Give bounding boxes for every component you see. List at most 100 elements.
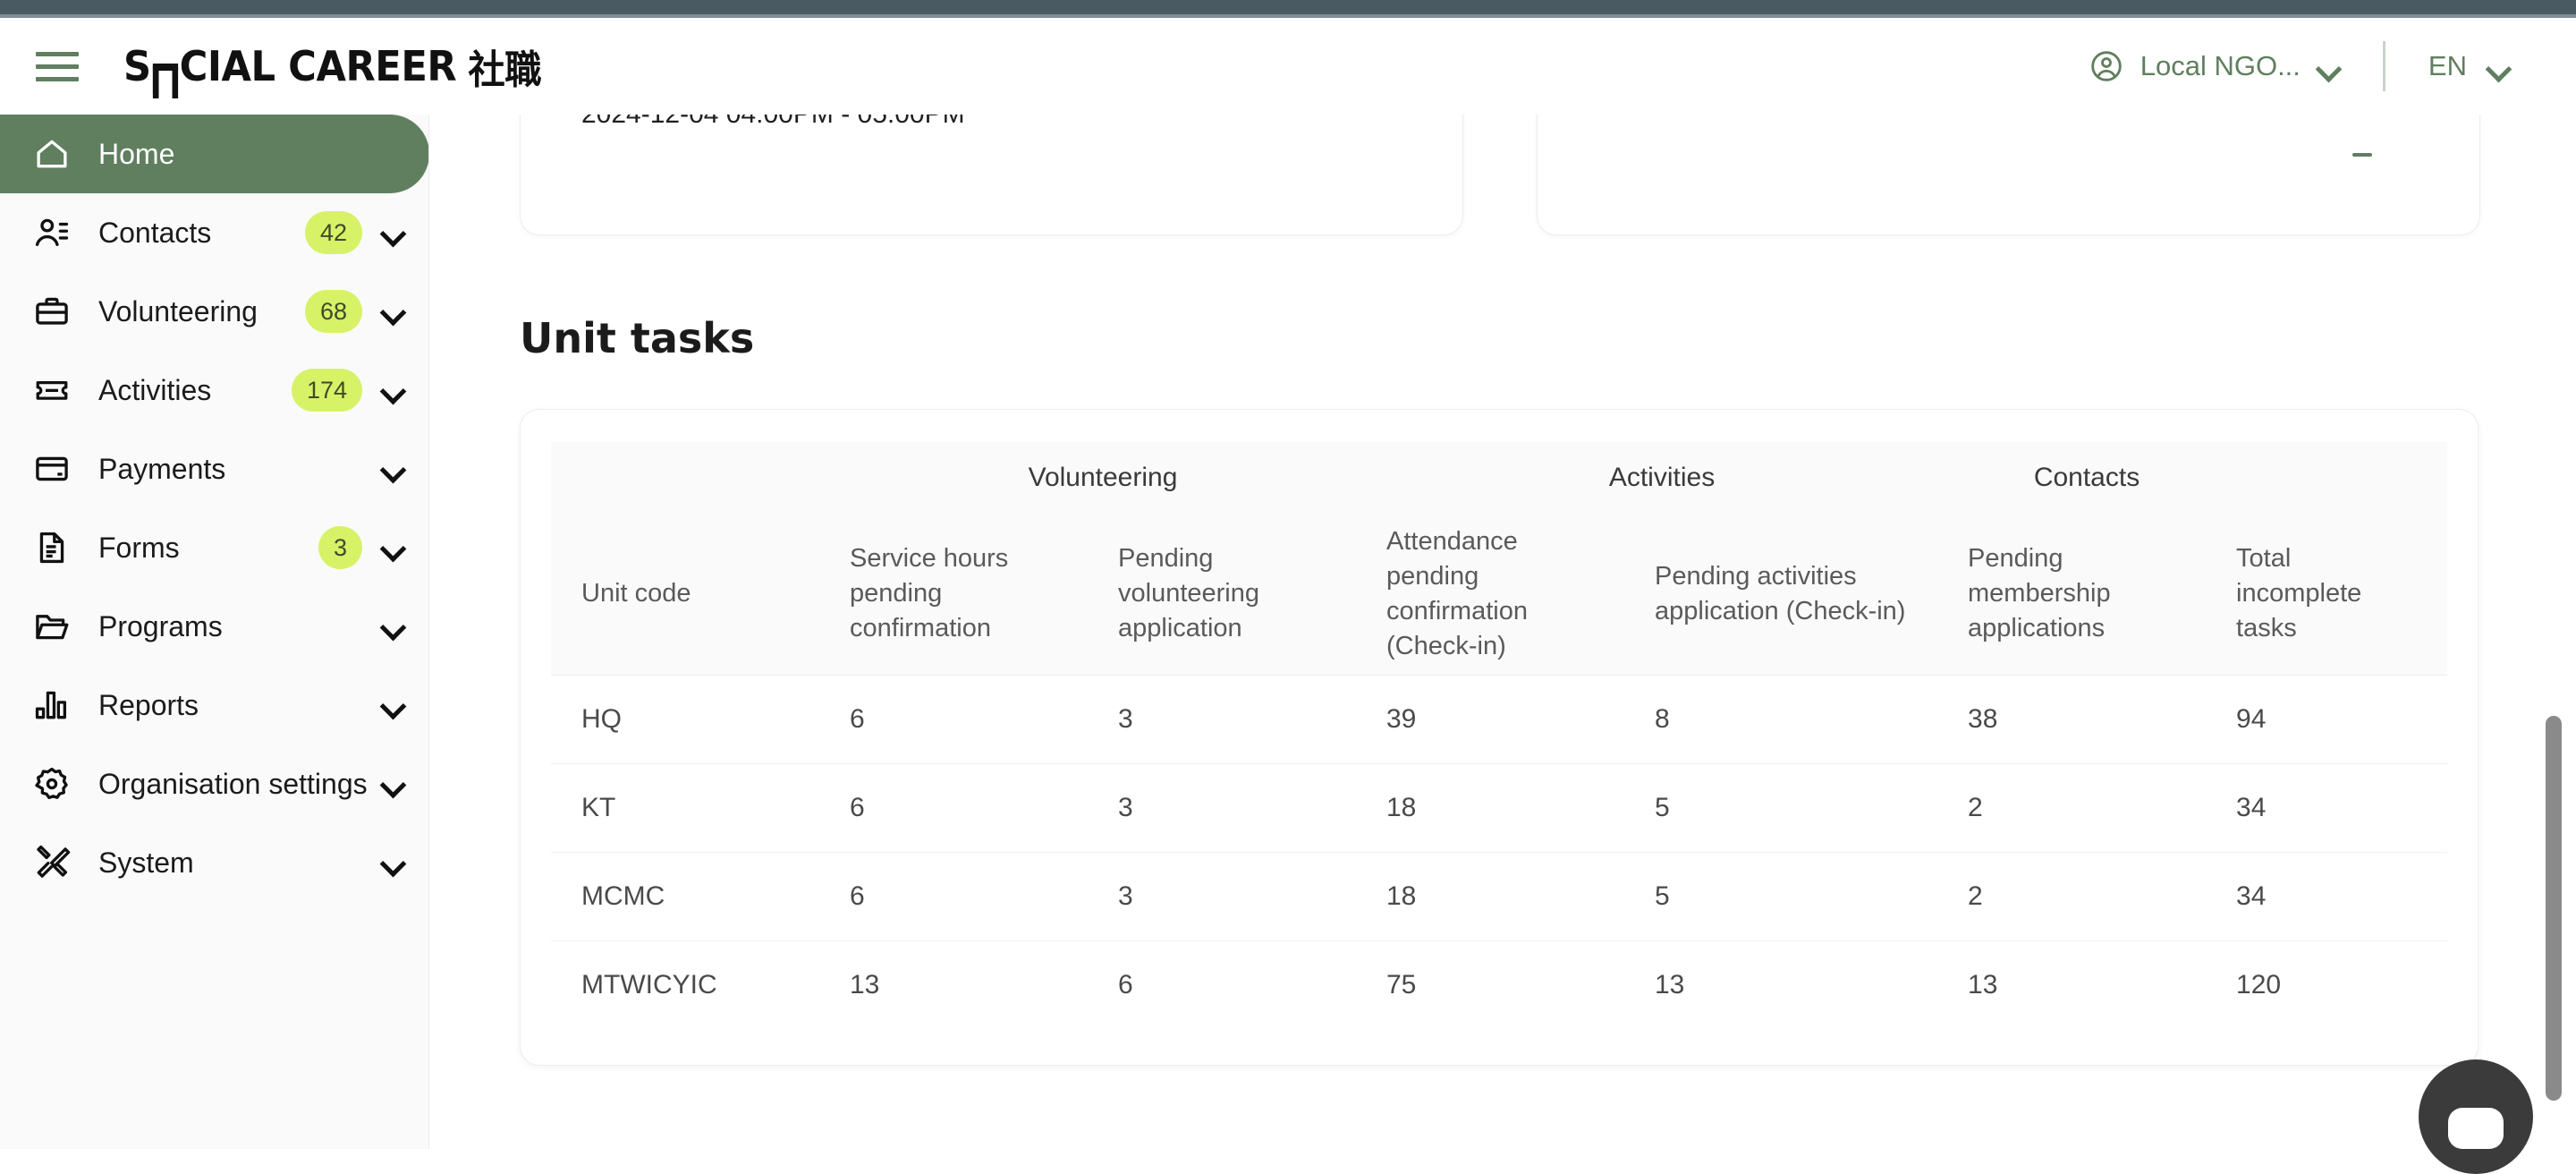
page-scrollbar-thumb[interactable] (2546, 716, 2562, 1101)
page-scrollbar-track[interactable] (2537, 0, 2562, 1149)
sidebar-item-programs[interactable]: Programs (0, 587, 428, 666)
chevron-down-icon[interactable] (382, 382, 405, 398)
cell-pending-activities: 5 (1624, 763, 1937, 852)
table-row[interactable]: MCMC 6 3 18 5 2 34 (551, 852, 2447, 940)
sidebar-item-organisation-settings[interactable]: Organisation settings (0, 744, 428, 823)
brand-text-cjk: 社職 (468, 38, 541, 95)
cell-pending-membership: 2 (1937, 852, 2206, 940)
sidebar-item-home[interactable]: Home (0, 115, 429, 193)
unit-tasks-card: Volunteering Activities Contacts Unit co… (520, 409, 2479, 1066)
cell-unit-code: MTWICYIC (551, 940, 819, 1029)
app-logo[interactable]: SCIAL CAREER 社職 (123, 38, 541, 95)
hamburger-menu-icon[interactable] (36, 48, 79, 84)
chevron-down-icon (2317, 60, 2340, 73)
sidebar-item-reports[interactable]: Reports (0, 666, 428, 744)
cell-pending-volunteering: 6 (1088, 940, 1356, 1029)
hamburger-line (36, 77, 79, 81)
table-body: HQ 6 3 39 8 38 94 KT 6 3 18 5 2 34 (551, 675, 2447, 1029)
column-header-service-hours-pending[interactable]: Service hours pending confirmation (819, 514, 1088, 675)
cell-attendance-pending: 18 (1356, 852, 1624, 940)
table-column-header-row: Unit code Service hours pending confirma… (551, 514, 2447, 675)
column-header-pending-membership[interactable]: Pending membership applications (1937, 514, 2206, 675)
column-header-pending-activities[interactable]: Pending activities application (Check-in… (1624, 514, 1937, 675)
chevron-down-icon[interactable] (382, 618, 405, 634)
sidebar-item-label: Payments (98, 453, 225, 486)
table-row[interactable]: MTWICYIC 13 6 75 13 13 120 (551, 940, 2447, 1029)
chevron-down-icon[interactable] (382, 225, 405, 241)
tools-icon (32, 843, 72, 882)
language-menu-label: EN (2428, 50, 2467, 82)
chevron-down-icon[interactable] (382, 855, 405, 871)
sidebar-badge: 174 (292, 369, 362, 412)
chevron-down-icon[interactable] (382, 540, 405, 556)
column-header-attendance-pending[interactable]: Attendance pending confirmation (Check-i… (1356, 514, 1624, 675)
browser-top-strip (0, 0, 2576, 14)
chat-support-button[interactable] (2419, 1059, 2533, 1174)
cell-pending-membership: 13 (1937, 940, 2206, 1029)
card-icon (32, 449, 72, 489)
event-datetime: 2024-12-04 04:00PM - 05:00PM (581, 115, 965, 130)
cell-service-hours-pending: 6 (819, 852, 1088, 940)
column-header-unit-code[interactable]: Unit code (551, 514, 819, 675)
dash-icon (2352, 153, 2372, 157)
chevron-down-icon[interactable] (382, 303, 405, 319)
sidebar-item-forms[interactable]: Forms 3 (0, 508, 428, 587)
cell-service-hours-pending: 13 (819, 940, 1088, 1029)
sidebar-item-label: Organisation settings (98, 768, 368, 801)
cell-service-hours-pending: 6 (819, 763, 1088, 852)
sidebar-badge: 3 (318, 526, 362, 569)
sidebar-item-label: Forms (98, 532, 180, 565)
language-menu[interactable]: EN (2416, 41, 2522, 91)
cell-total-incomplete: 94 (2206, 675, 2447, 763)
sidebar-item-payments[interactable]: Payments (0, 430, 428, 508)
sidebar-item-label: Programs (98, 610, 223, 643)
table-row[interactable]: KT 6 3 18 5 2 34 (551, 763, 2447, 852)
cell-total-incomplete: 34 (2206, 763, 2447, 852)
main-content: 2024-12-04 04:00PM - 05:00PM ✓ Unit task… (430, 115, 2576, 1149)
chat-bubble-icon (2448, 1108, 2504, 1149)
contacts-icon (32, 213, 72, 252)
app-header: SCIAL CAREER 社職 Local NGO... EN (0, 18, 2576, 115)
table-row[interactable]: HQ 6 3 39 8 38 94 (551, 675, 2447, 763)
cell-unit-code: KT (551, 763, 819, 852)
cell-pending-activities: 13 (1624, 940, 1937, 1029)
cell-unit-code: HQ (551, 675, 819, 763)
cell-attendance-pending: 18 (1356, 763, 1624, 852)
user-menu-label: Local NGO... (2140, 50, 2301, 82)
sidebar-item-label: Reports (98, 689, 199, 722)
cell-attendance-pending: 75 (1356, 940, 1624, 1029)
column-header-total-incomplete[interactable]: Total incomplete tasks (2206, 514, 2447, 675)
sidebar-item-label: System (98, 846, 194, 880)
page-title: Unit tasks (520, 314, 2576, 362)
cell-attendance-pending: 39 (1356, 675, 1624, 763)
header-divider (2383, 41, 2385, 91)
user-menu[interactable]: Local NGO... (2076, 39, 2352, 93)
brand-text-middle: CIAL CAREER (180, 42, 457, 90)
unit-tasks-table: Volunteering Activities Contacts Unit co… (551, 442, 2447, 1029)
chevron-down-icon[interactable] (382, 776, 405, 792)
group-header-activities: Activities (1356, 442, 1937, 514)
sidebar-badge: 68 (305, 290, 362, 333)
sidebar-item-contacts[interactable]: Contacts 42 (0, 193, 428, 272)
chevron-down-icon (2487, 60, 2510, 73)
cell-unit-code: MCMC (551, 852, 819, 940)
ticket-icon (32, 370, 72, 410)
table-group-header-row: Volunteering Activities Contacts (551, 442, 2447, 514)
group-header-blank (551, 442, 819, 514)
upcoming-event-card[interactable]: 2024-12-04 04:00PM - 05:00PM ✓ (520, 115, 1463, 235)
cell-pending-membership: 2 (1937, 763, 2206, 852)
chevron-down-icon[interactable] (382, 697, 405, 713)
cell-service-hours-pending: 6 (819, 675, 1088, 763)
sidebar-item-activities[interactable]: Activities 174 (0, 351, 428, 430)
briefcase-icon (32, 292, 72, 331)
secondary-card[interactable] (1537, 115, 2480, 235)
sidebar-item-label: Volunteering (98, 295, 258, 328)
sidebar-item-label: Activities (98, 374, 211, 407)
sidebar-item-volunteering[interactable]: Volunteering 68 (0, 272, 428, 351)
hamburger-line (36, 64, 79, 69)
group-header-contacts: Contacts (1937, 442, 2206, 514)
chevron-down-icon[interactable] (382, 461, 405, 477)
user-circle-icon (2089, 48, 2124, 84)
sidebar-item-system[interactable]: System (0, 823, 428, 902)
column-header-pending-volunteering[interactable]: Pending volunteering application (1088, 514, 1356, 675)
